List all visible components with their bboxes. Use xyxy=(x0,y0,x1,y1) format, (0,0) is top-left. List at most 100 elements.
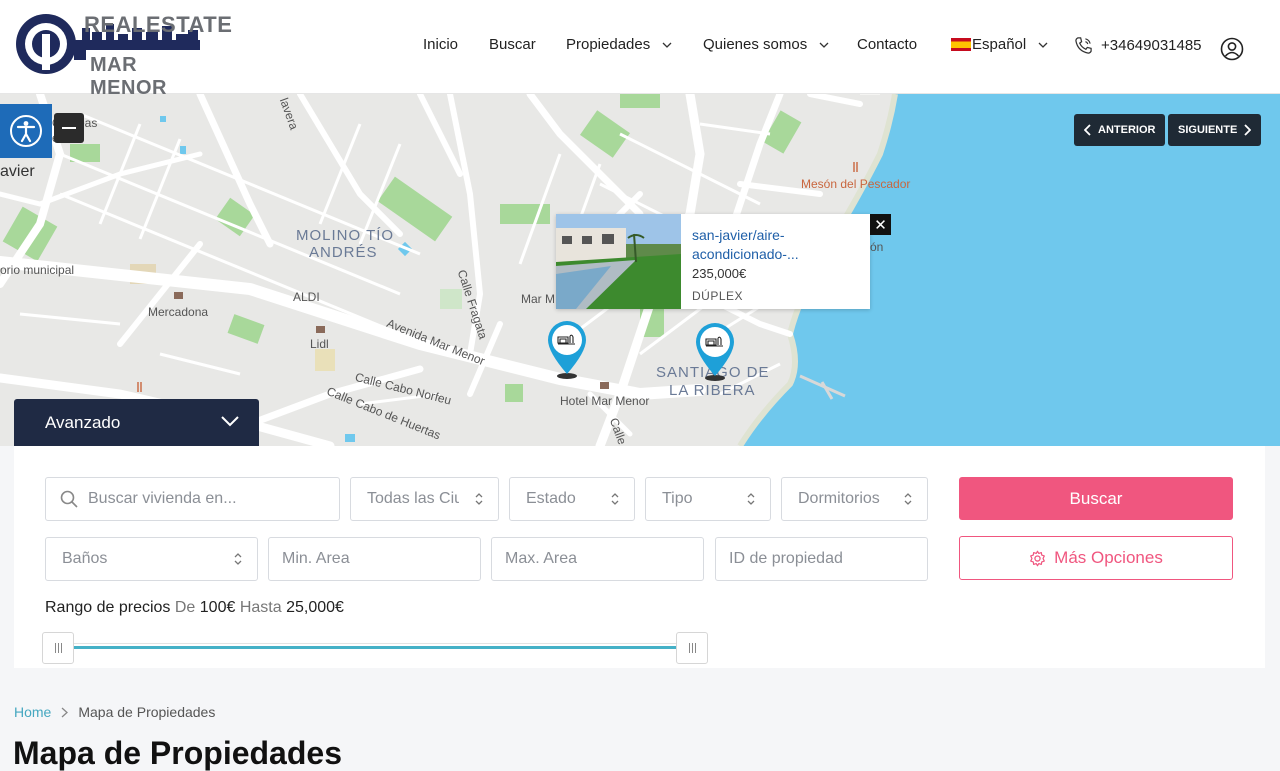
tipo-select[interactable]: Tipo xyxy=(645,477,771,521)
chevron-right-icon xyxy=(1244,124,1252,136)
phone-number: +34649031485 xyxy=(1101,37,1202,54)
accessibility-icon xyxy=(10,115,42,147)
mas-opciones-label: Más Opciones xyxy=(1054,548,1163,567)
nav-contacto-label: Contacto xyxy=(857,36,918,53)
map-label-meson: Mesón del Pescador xyxy=(801,177,911,191)
advanced-search-label: Avanzado xyxy=(45,412,121,432)
banos-select-value: Baños xyxy=(62,550,108,567)
dormitorios-select[interactable]: Dormitorios xyxy=(781,477,928,521)
estado-select[interactable]: Estado xyxy=(509,477,635,521)
advanced-search-toggle[interactable]: Avanzado xyxy=(14,399,259,446)
map-label-municipal: orio municipal xyxy=(0,263,75,277)
map-label-molino-1: MOLINO TÍO xyxy=(296,227,395,244)
city-select[interactable]: Todas las Ciudades xyxy=(350,477,499,521)
estado-select-value: Estado xyxy=(526,490,576,507)
shop-icon xyxy=(316,326,325,333)
nav-quienes-label: Quienes somos xyxy=(703,36,808,53)
gear-icon xyxy=(1030,550,1046,566)
restaurant-icon xyxy=(853,162,858,172)
nav-quienes-somos[interactable]: Quienes somos xyxy=(703,36,829,53)
accessibility-button[interactable] xyxy=(0,104,52,158)
breadcrumb-home[interactable]: Home xyxy=(14,704,51,720)
house-pin-icon xyxy=(548,320,586,379)
property-photo xyxy=(556,214,681,309)
house-pin-icon xyxy=(696,322,734,381)
hotel-icon xyxy=(600,382,609,389)
map-label-molino-2: ANDRÉS xyxy=(309,244,378,261)
next-button[interactable]: SIGUIENTE xyxy=(1168,114,1262,146)
map-pin[interactable] xyxy=(544,318,590,380)
phone-icon xyxy=(1075,37,1092,54)
property-title-link[interactable]: san-javier/aire-acondicionado-... xyxy=(692,226,842,264)
map-label-santiago-2: LA RIBERA xyxy=(669,382,756,399)
site-header: REALESTATE MAR MENOR Inicio Buscar Propi… xyxy=(0,0,1280,99)
price-range-label: Rango de precios De 100€ Hasta 25,000€ xyxy=(45,599,344,617)
price-range-hasta: Hasta xyxy=(239,599,282,616)
map-label-avier: avier xyxy=(0,163,35,180)
language-selector[interactable]: Español xyxy=(951,36,1048,53)
price-range-de: De xyxy=(174,599,196,616)
dormitorios-select-value: Dormitorios xyxy=(798,490,880,507)
phone-link[interactable]: +34649031485 xyxy=(1074,36,1202,55)
price-range-title: Rango de precios xyxy=(45,599,171,616)
banos-select[interactable]: Baños xyxy=(45,537,258,581)
price-range-max: 25,000€ xyxy=(286,599,344,616)
map-pin-selected[interactable] xyxy=(692,320,738,382)
accessibility-collapse-button[interactable] xyxy=(54,113,84,143)
property-price: 235,000€ xyxy=(692,266,747,281)
nav-buscar-label: Buscar xyxy=(489,36,536,53)
chevron-right-icon xyxy=(61,707,69,717)
page-title: Mapa de Propiedades xyxy=(13,735,342,771)
map-label-mar-m: Mar M xyxy=(521,292,555,306)
spain-flag-icon xyxy=(951,38,971,51)
prev-label: ANTERIOR xyxy=(1098,124,1156,136)
minus-icon xyxy=(62,127,76,129)
nav-contacto[interactable]: Contacto xyxy=(857,36,917,53)
breadcrumb-current: Mapa de Propiedades xyxy=(78,704,216,720)
select-arrows-icon xyxy=(234,553,242,565)
chevron-left-icon xyxy=(1084,124,1091,136)
user-icon xyxy=(1220,37,1244,61)
site-logo[interactable]: REALESTATE MAR MENOR xyxy=(12,10,232,99)
price-slider-max-handle[interactable] xyxy=(676,632,708,664)
nav-inicio-label: Inicio xyxy=(423,36,459,53)
select-arrows-icon xyxy=(904,493,912,505)
nav-inicio[interactable]: Inicio xyxy=(423,36,458,53)
max-area-input[interactable] xyxy=(505,550,703,568)
nav-buscar[interactable]: Buscar xyxy=(489,36,536,53)
nav-propiedades-label: Propiedades xyxy=(566,36,651,53)
property-popup[interactable]: san-javier/aire-acondicionado-... 235,00… xyxy=(556,214,870,309)
min-area-input[interactable] xyxy=(282,550,480,568)
buscar-button[interactable]: Buscar xyxy=(959,477,1233,520)
mas-opciones-button[interactable]: Más Opciones xyxy=(959,536,1233,580)
select-arrows-icon xyxy=(475,493,483,505)
chevron-down-icon xyxy=(221,416,239,427)
chevron-down-icon xyxy=(662,42,672,48)
map-label-on: ón xyxy=(870,240,884,254)
property-id-input[interactable] xyxy=(729,550,927,568)
map-label-lidl: Lidl xyxy=(310,337,329,351)
min-area-field[interactable] xyxy=(268,537,481,581)
price-slider-range[interactable] xyxy=(58,646,692,649)
nav-propiedades[interactable]: Propiedades xyxy=(566,36,672,53)
city-select-value: Todas las Ciudades xyxy=(367,490,459,507)
restaurant-icon xyxy=(137,382,142,392)
property-id-field[interactable] xyxy=(715,537,928,581)
logo-text-top: REALESTATE xyxy=(84,12,233,37)
user-account-button[interactable] xyxy=(1220,37,1244,61)
chevron-down-icon xyxy=(819,42,829,48)
map-label-hotel: Hotel Mar Menor xyxy=(560,394,650,408)
select-arrows-icon xyxy=(747,493,755,505)
chevron-down-icon xyxy=(1038,42,1048,48)
property-thumbnail[interactable] xyxy=(556,214,681,309)
keyword-search-input[interactable] xyxy=(88,490,339,508)
keyword-search-field[interactable] xyxy=(45,477,340,521)
map-label-mercadona: Mercadona xyxy=(148,305,209,319)
select-arrows-icon xyxy=(611,493,619,505)
popup-close-button[interactable]: ✕ xyxy=(870,214,891,235)
shop-icon xyxy=(174,292,183,299)
max-area-field[interactable] xyxy=(491,537,704,581)
next-label: SIGUIENTE xyxy=(1178,124,1238,136)
prev-button[interactable]: ANTERIOR xyxy=(1074,114,1166,146)
price-slider-min-handle[interactable] xyxy=(42,632,74,664)
